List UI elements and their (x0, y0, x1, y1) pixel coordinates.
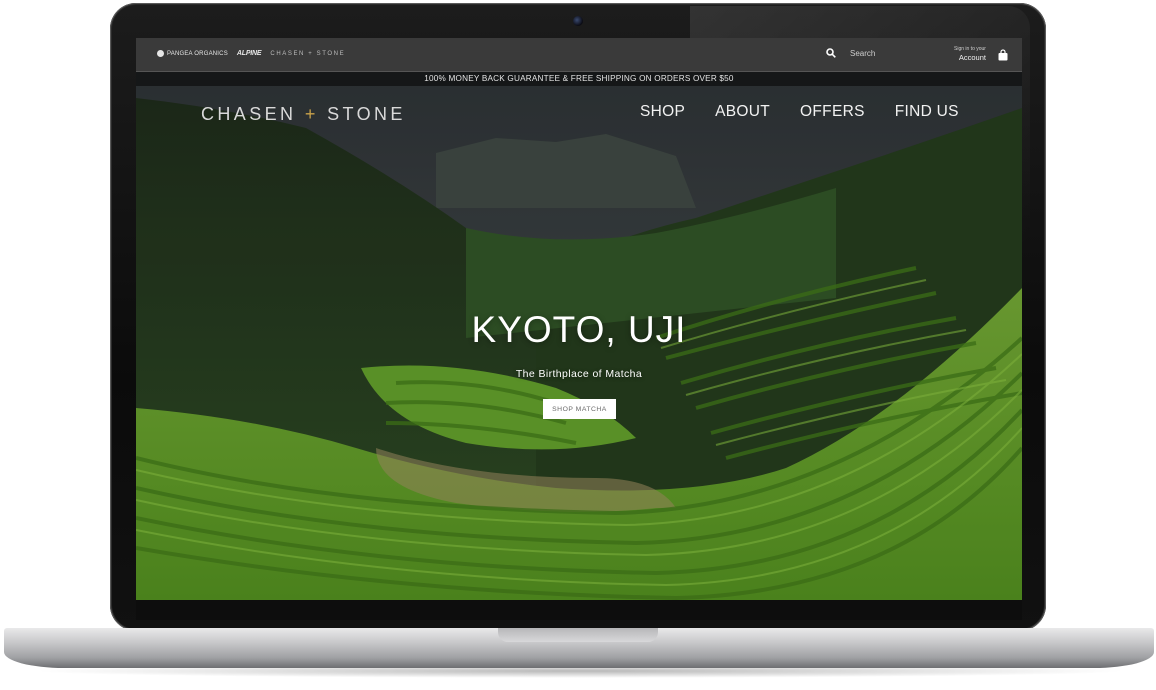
nav-shop[interactable]: SHOP (640, 103, 685, 121)
logo-plus: + (304, 104, 319, 124)
logo-right: STONE (327, 104, 406, 124)
search-icon[interactable] (826, 48, 836, 58)
hero-title: KYOTO, UJI (471, 309, 687, 350)
search-box (826, 48, 940, 58)
nav-offers[interactable]: OFFERS (800, 103, 865, 121)
brand-pangea-label: PANGEA ORGANICS (167, 50, 228, 57)
shop-matcha-button[interactable]: SHOP MATCHA (543, 399, 616, 419)
browser-screen: PANGEA ORGANICS ALPINE CHASEN + STONE Si… (136, 38, 1022, 600)
hero-subtitle: The Birthplace of Matcha (515, 368, 643, 380)
main-nav: SHOP ABOUT OFFERS FIND US (640, 103, 959, 121)
brand-strip: PANGEA ORGANICS ALPINE CHASEN + STONE (157, 50, 345, 57)
logo-left: CHASEN (201, 104, 297, 124)
site-logo[interactable]: CHASEN + STONE (201, 104, 406, 125)
laptop-notch (498, 628, 658, 642)
nav-find-us[interactable]: FIND US (895, 103, 959, 121)
promo-banner: 100% MONEY BACK GUARANTEE & FREE SHIPPIN… (136, 71, 1022, 86)
brand-pangea-link[interactable]: PANGEA ORGANICS (157, 50, 228, 57)
account-label: Account (958, 53, 986, 62)
nav-about[interactable]: ABOUT (715, 103, 770, 121)
camera-icon (573, 16, 583, 26)
brand-alpine-link[interactable]: ALPINE (237, 50, 262, 57)
account-hint: Sign in to your (954, 46, 986, 52)
globe-icon (157, 50, 164, 57)
brand-chasen-stone-link[interactable]: CHASEN + STONE (270, 51, 345, 57)
bag-icon[interactable] (998, 49, 1008, 61)
account-link[interactable]: Sign in to your Account (954, 47, 986, 62)
screen-bezel-bottom (136, 600, 1022, 620)
utility-bar: PANGEA ORGANICS ALPINE CHASEN + STONE Si… (136, 38, 1022, 71)
search-input[interactable] (850, 48, 940, 58)
